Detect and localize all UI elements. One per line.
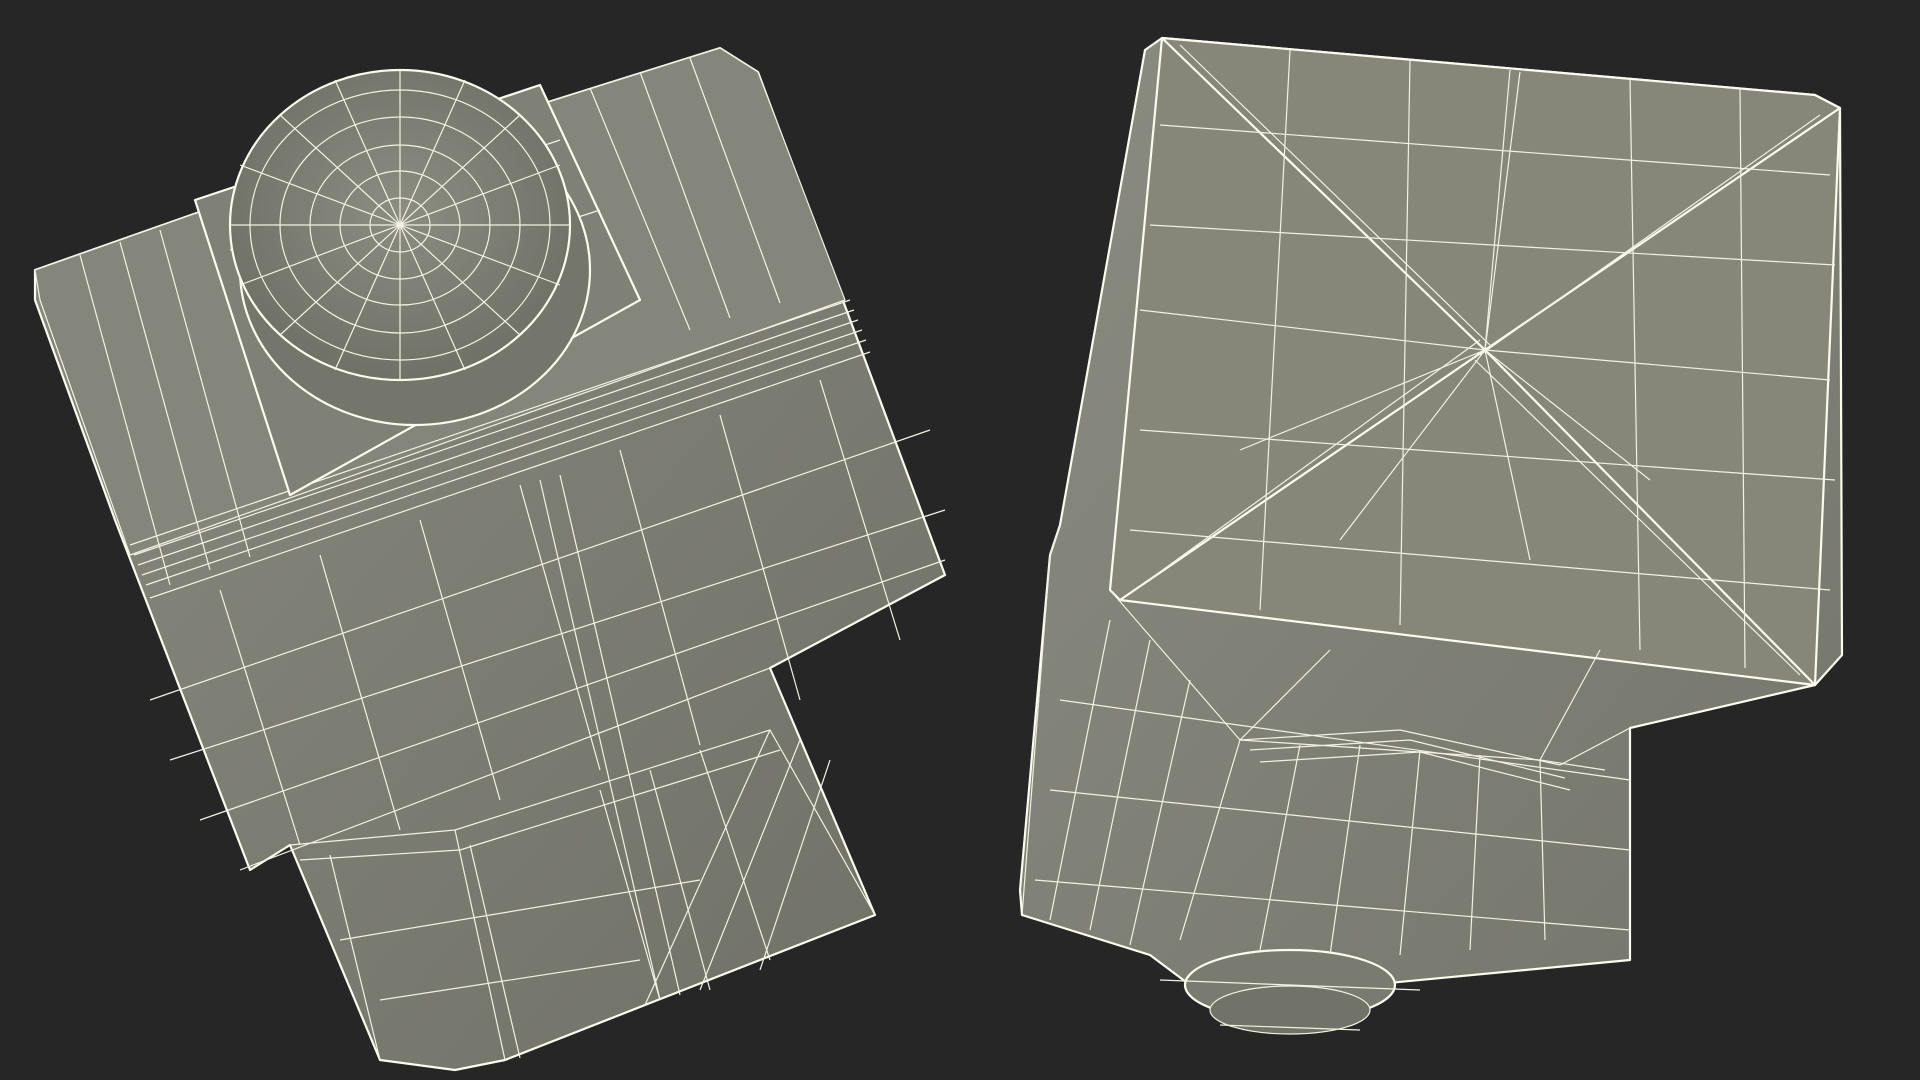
carton-bottom-view (1018, 36, 1844, 1035)
render-viewport (33, 36, 1844, 1072)
bottom-face (1108, 36, 1842, 687)
cap-spokes (230, 70, 570, 380)
carton-top-view (33, 46, 947, 1072)
